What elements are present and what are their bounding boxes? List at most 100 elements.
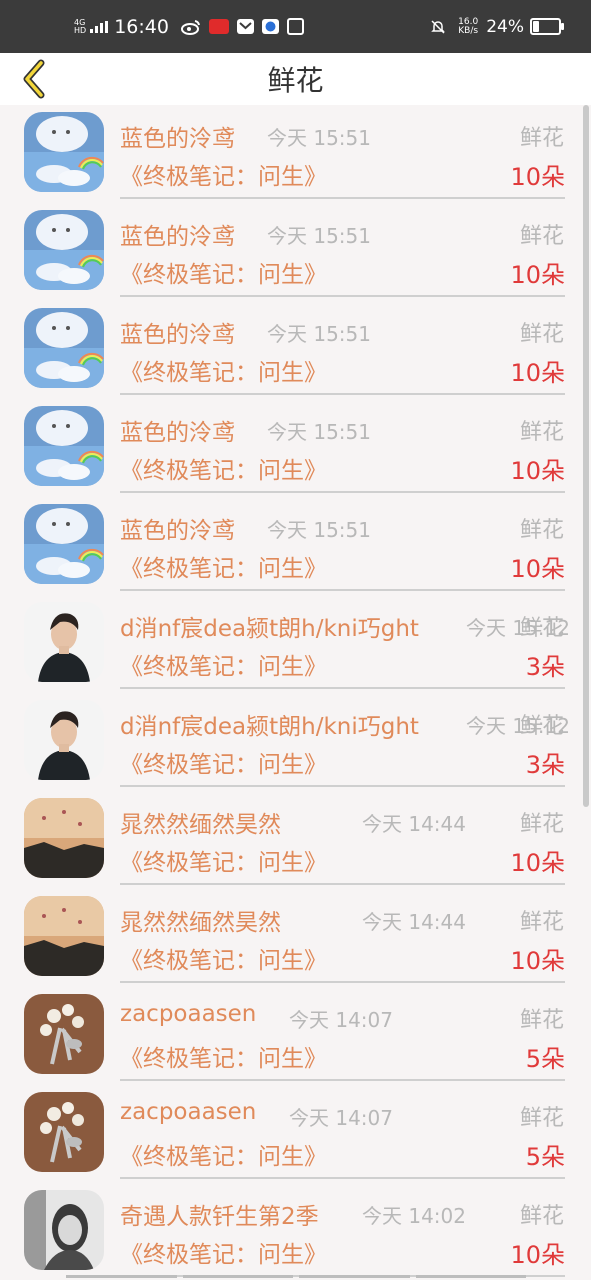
divider	[120, 687, 565, 689]
gift-type: 鲜花	[519, 420, 564, 445]
list-item[interactable]: 蓝色的泠鸢 今天 15:51 鲜花《终极笔记：问生》 10朵	[0, 203, 591, 301]
pearl-brooch-avatar[interactable]	[24, 994, 104, 1074]
gift-quantity: 3朵	[525, 653, 565, 681]
man-portrait-avatar[interactable]	[24, 602, 104, 682]
gift-type: 鲜花	[519, 1106, 564, 1131]
list-item[interactable]: 蓝色的泠鸢 今天 15:51 鲜花 《终极笔记：问生》 10朵	[0, 497, 591, 595]
status-right: 16.0 KB/s 24%	[429, 0, 591, 53]
gift-quantity: 10朵	[510, 947, 565, 975]
user-name[interactable]: zacpoaasen	[120, 1099, 256, 1125]
battery-percent: 24%	[486, 16, 524, 37]
network-type: 4G HD	[74, 18, 86, 35]
user-name[interactable]: 蓝色的泠鸢	[120, 413, 235, 447]
gift-quantity: 10朵	[510, 849, 565, 877]
list-item[interactable]: d消nf宸dea颍t朗h/kni巧ght 今天 15:12 鲜花 《终极笔记：问生》 3…	[0, 693, 591, 791]
book-title[interactable]: 《终极笔记：问生》	[120, 157, 327, 191]
book-title[interactable]: 《终极笔记：问生》	[120, 353, 327, 387]
sky-cloud-avatar[interactable]	[24, 504, 104, 584]
calendar-icon	[286, 18, 304, 35]
divider	[120, 883, 565, 885]
user-name[interactable]: 晁然然缅然昊然	[120, 903, 281, 937]
list-item[interactable]: 蓝色的泠鸢 今天 15:51 鲜花 《终极笔记：问生》 10朵	[0, 105, 591, 203]
gift-quantity: 3朵	[525, 751, 565, 779]
book-title[interactable]: 《终极笔记：问生》	[120, 941, 327, 975]
speed-unit: KB/s	[458, 25, 479, 36]
book-title[interactable]: 《终极笔记：问生》	[120, 549, 327, 583]
divider	[120, 1177, 565, 1179]
gift-quantity: 10朵	[510, 1241, 565, 1269]
gift-quantity: 10朵	[510, 261, 565, 289]
book-title[interactable]: 《终极笔记：问生》	[120, 255, 327, 289]
mail-icon	[236, 19, 254, 34]
record-time: 今天 15:51	[267, 224, 371, 248]
divider	[120, 589, 565, 591]
book-title[interactable]: 《终极笔记：问生》	[120, 843, 327, 877]
user-name[interactable]: 蓝色的泠鸢	[120, 217, 235, 251]
user-name[interactable]: 晁然然缅然昊然	[120, 805, 281, 839]
status-time: 16:40	[114, 15, 169, 38]
sunset-avatar[interactable]	[24, 798, 104, 878]
list-item[interactable]: 奇遇人款钎生第2季 今天 14:02 鲜花 《终极笔记：问生》 10朵	[0, 1183, 591, 1280]
gift-type: 鲜花	[519, 126, 564, 151]
page-title: 鲜花	[267, 64, 324, 97]
list-item[interactable]: zacpoaasen 今天 14:07 鲜花《终极笔记：问生》 5朵	[0, 987, 591, 1085]
user-name[interactable]: d消nf宸dea颍t朗h/kni巧ght	[120, 707, 419, 741]
gift-type: 鲜花	[519, 1204, 564, 1229]
record-time: 今天 14:07	[289, 1008, 393, 1032]
battery-icon	[530, 18, 564, 35]
user-name[interactable]: 蓝色的泠鸢	[120, 511, 235, 545]
weibo-icon	[180, 19, 201, 35]
divider	[120, 1079, 565, 1081]
sky-cloud-avatar[interactable]	[24, 308, 104, 388]
gift-quantity: 5朵	[525, 1143, 565, 1171]
list-item[interactable]: zacpoaasen 今天 14:07 鲜花《终极笔记：问生》 5朵	[0, 1085, 591, 1183]
gift-type: 鲜花	[519, 224, 564, 249]
page-header: 鲜花	[0, 53, 591, 105]
gift-quantity: 10朵	[510, 457, 565, 485]
user-name[interactable]: zacpoaasen	[120, 1001, 256, 1027]
sky-cloud-avatar[interactable]	[24, 210, 104, 290]
mute-bell-icon	[429, 19, 446, 34]
man-portrait-avatar[interactable]	[24, 700, 104, 780]
user-name[interactable]: d消nf宸dea颍t朗h/kni巧ght	[120, 609, 419, 643]
user-name[interactable]: 蓝色的泠鸢	[120, 119, 235, 153]
book-title[interactable]: 《终极笔记：问生》	[120, 1235, 327, 1269]
sky-cloud-avatar[interactable]	[24, 406, 104, 486]
gift-type: 鲜花	[519, 322, 564, 347]
record-time: 今天 15:51	[267, 322, 371, 346]
list-item[interactable]: 晁然然缅然昊然 今天 14:44 鲜花 《终极笔记：问生》 10朵	[0, 889, 591, 987]
divider	[120, 295, 565, 297]
sky-cloud-avatar[interactable]	[24, 112, 104, 192]
record-time: 今天 15:51	[267, 518, 371, 542]
gift-quantity: 10朵	[510, 359, 565, 387]
pearl-brooch-avatar[interactable]	[24, 1092, 104, 1172]
gift-quantity: 5朵	[525, 1045, 565, 1073]
record-time: 今天 15:51	[267, 420, 371, 444]
book-title[interactable]: 《终极笔记：问生》	[120, 1137, 327, 1171]
gift-type: 鲜花	[519, 812, 564, 837]
back-button[interactable]	[14, 57, 54, 101]
divider	[120, 197, 565, 199]
book-title[interactable]: 《终极笔记：问生》	[120, 647, 327, 681]
girl-bw-avatar[interactable]	[24, 1190, 104, 1270]
book-title[interactable]: 《终极笔记：问生》	[120, 1039, 327, 1073]
gift-type: 鲜花	[519, 518, 564, 543]
sunset-avatar[interactable]	[24, 896, 104, 976]
book-title[interactable]: 《终极笔记：问生》	[120, 451, 327, 485]
list-item[interactable]: 蓝色的泠鸢 今天 15:51 鲜花《终极笔记：问生》 10朵	[0, 399, 591, 497]
gift-record-list[interactable]: 蓝色的泠鸢 今天 15:51 鲜花 《终极笔记：问生》 10朵 蓝色的泠鸢 今天 15:51…	[0, 105, 591, 1280]
list-item[interactable]: d消nf宸dea颍t朗h/kni巧ght 今天 15:12 鲜花 《终极笔记：问生》 3…	[0, 595, 591, 693]
gift-type: 鲜花	[519, 1008, 564, 1033]
divider	[120, 491, 565, 493]
gift-type: 鲜花	[519, 714, 564, 739]
bottom-indicator	[66, 1275, 526, 1278]
list-item[interactable]: 蓝色的泠鸢 今天 15:51 鲜花《终极笔记：问生》 10朵	[0, 301, 591, 399]
user-name[interactable]: 奇遇人款钎生第2季	[120, 1197, 319, 1231]
scrollbar[interactable]	[583, 105, 589, 807]
status-bar: 4G HD 16:40 16.0 KB/s 24%	[0, 0, 591, 53]
book-title[interactable]: 《终极笔记：问生》	[120, 745, 327, 779]
app-icon	[261, 19, 279, 34]
list-item[interactable]: 晁然然缅然昊然 今天 14:44 鲜花 《终极笔记：问生》 10朵	[0, 791, 591, 889]
record-time: 今天 14:07	[289, 1106, 393, 1130]
user-name[interactable]: 蓝色的泠鸢	[120, 315, 235, 349]
